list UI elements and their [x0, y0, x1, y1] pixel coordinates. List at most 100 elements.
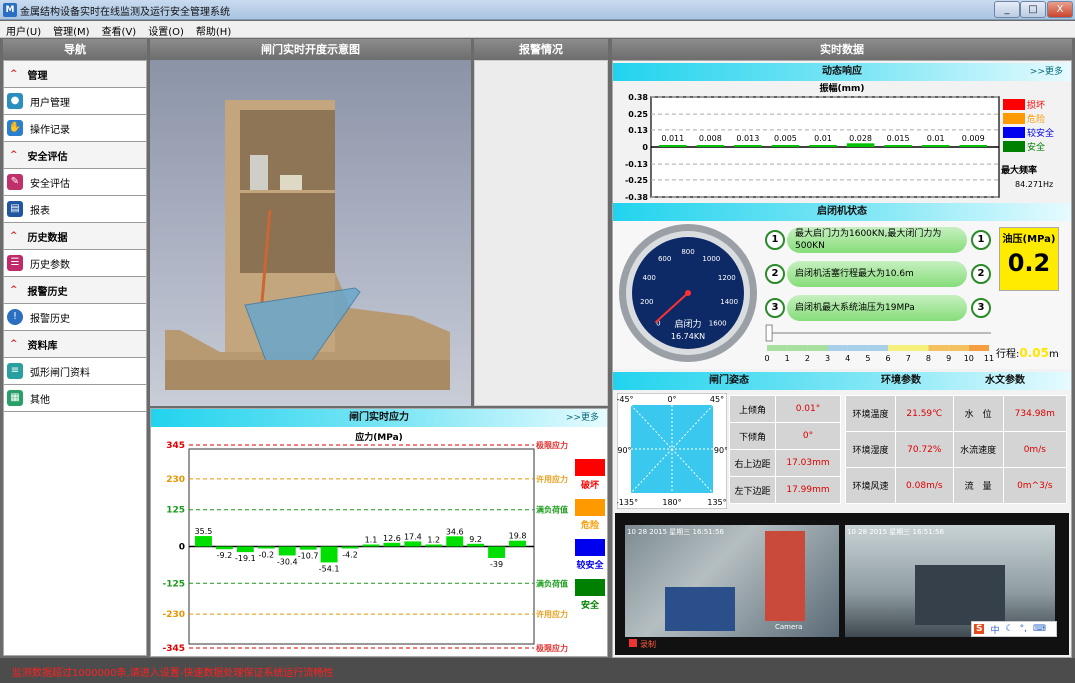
maximize-button[interactable]: □: [1020, 1, 1046, 18]
stress-line-label: 许用应力: [536, 474, 568, 484]
stress-y-tick: 230: [166, 475, 185, 485]
stroke-scale-band: [928, 345, 949, 351]
menu-help[interactable]: 帮助(H): [190, 21, 237, 38]
stroke-scale-label: 8: [926, 354, 931, 363]
sogou-icon: S: [974, 624, 985, 634]
oil-pressure-value: 0.2: [1007, 249, 1051, 277]
stroke-scale-band: [968, 345, 989, 351]
nav-item-op-record[interactable]: ✋ 操作记录: [4, 115, 146, 142]
stress-bar: [278, 546, 296, 556]
step-number-badge: 1: [765, 230, 785, 250]
menu-user[interactable]: 用户(U): [0, 21, 47, 38]
stress-y-tick: 125: [166, 506, 185, 516]
stroke-scale-label: 2: [805, 354, 810, 363]
stress-panel: 闸门实时应力 >>更多 应力(MPa) 345 230 125 0 -125 -230 -34…: [150, 408, 608, 657]
posture-param-label: 下倾角: [729, 422, 776, 450]
dynamic-more-link[interactable]: >>更多: [1030, 63, 1063, 81]
menu-view[interactable]: 查看(V): [96, 21, 143, 38]
camera-feed-1[interactable]: 10 28 2015 星期三 16:51:56 Camera: [625, 525, 839, 637]
ime-toolbar[interactable]: S 中 ☾ °, ⌨: [971, 621, 1057, 637]
record-indicator[interactable]: 录制: [629, 639, 656, 650]
nav-section-history[interactable]: ^ 历史数据: [4, 223, 146, 250]
nav-section-manage[interactable]: ^ 管理: [4, 61, 146, 88]
stroke-scale-label: 1: [785, 354, 790, 363]
stress-y-tick: -125: [162, 579, 185, 589]
gauge-tick-label: 600: [658, 255, 671, 263]
water-param-label: 流 量: [952, 467, 1004, 504]
pump-image: [665, 587, 735, 631]
gauge-hub: [685, 290, 691, 296]
nav-item-user-manage[interactable]: ● 用户管理: [4, 88, 146, 115]
minimize-button[interactable]: _: [994, 1, 1020, 18]
env-param-label: 环境风速: [845, 467, 896, 504]
nav-item-other[interactable]: ▦ 其他: [4, 385, 146, 412]
nav-section-alarm-history[interactable]: ^ 报警历史: [4, 277, 146, 304]
vib-y-tick: 0.13: [628, 126, 648, 135]
alarm-header: 报警情况: [474, 39, 608, 60]
nav-section-safety[interactable]: ^ 安全评估: [4, 142, 146, 169]
realtime-panel: 动态响应 >>更多 振幅(mm) 0.38 0.25 0.13 0 -0.13 -0.25-…: [612, 60, 1072, 658]
nav-item-gate-docs[interactable]: ≡ 弧形闸门资料: [4, 358, 146, 385]
gauge-tick-label: 1200: [718, 274, 736, 282]
stroke-scale-label: 10: [964, 354, 974, 363]
alarm-history-icon: !: [7, 309, 23, 325]
nav-section-label: 报警历史: [27, 286, 68, 298]
stress-legend-label: 较安全: [576, 559, 604, 571]
stress-more-link[interactable]: >>更多: [566, 409, 599, 427]
gate-slot-image: [915, 565, 1005, 625]
stress-bar-label: 1.2: [427, 536, 440, 545]
env-param-value: 70.72%: [895, 431, 954, 468]
vib-bar-label: 0.009: [962, 134, 985, 143]
water-header: 水文参数: [985, 375, 1025, 386]
menu-manage[interactable]: 管理(M): [47, 21, 95, 38]
nav-section-label: 历史数据: [27, 232, 68, 244]
vib-y-tick: 0: [642, 143, 648, 152]
stress-y-tick: 345: [166, 441, 185, 451]
nav-section-library[interactable]: ^ 资料库: [4, 331, 146, 358]
env-water-table: 环境温度 21.59℃ 水 位 734.98m 环境湿度 70.72% 水流速度 0m/s 环境…: [845, 395, 1068, 504]
stress-line-label: 满负荷值: [536, 578, 568, 588]
stress-bar: [215, 546, 233, 550]
app-logo-icon: M: [3, 3, 17, 17]
water-param-value: 0m^3/s: [1002, 467, 1068, 504]
stress-legend-swatch: [575, 499, 605, 516]
menu-settings[interactable]: 设置(O): [142, 21, 190, 38]
realtime-header: 实时数据: [612, 39, 1072, 60]
posture-header: 闸门姿态: [709, 375, 749, 386]
status-bar: 监测数据超过1000000条,请进入设置-快速数据处理保证系统运行流畅性: [0, 658, 1075, 683]
stroke-scale-label: 3: [825, 354, 830, 363]
nav-item-safety-eval[interactable]: ✎ 安全评估: [4, 169, 146, 196]
stroke-scale-band: [847, 345, 868, 351]
user-icon: ●: [7, 93, 23, 109]
step-number-badge: 3: [765, 298, 785, 318]
stress-bar-label: -4.2: [342, 551, 358, 560]
gate-model-illustration: [165, 100, 450, 390]
stress-line-label: 满负荷值: [536, 505, 568, 515]
caret-up-icon: ^: [10, 69, 18, 79]
stroke-scale-label: 5: [865, 354, 870, 363]
hoist-info-row: 3 启闭机最大系统油压为19MPa 3: [765, 294, 995, 322]
vib-bar: [696, 145, 725, 147]
hoist-machine-image: [765, 531, 805, 621]
gate-3d-view[interactable]: [150, 60, 471, 406]
stroke-scale-band: [787, 345, 808, 351]
stress-bar: [383, 542, 401, 547]
nav-item-report[interactable]: ▤ 报表: [4, 196, 146, 223]
stress-bar: [236, 546, 254, 553]
stress-legend-swatch: [575, 579, 605, 596]
hoist-info-row: 1 最大启门力为1600KN,最大闭门力为500KN 1: [765, 226, 995, 254]
nav-item-label: 报表: [30, 205, 50, 217]
hoist-info-text: 最大启门力为1600KN,最大闭门力为500KN: [787, 227, 967, 253]
status-message: 监测数据超过1000000条,请进入设置-快速数据处理保证系统运行流畅性: [12, 668, 334, 679]
nav-item-alarm-history[interactable]: ! 报警历史: [4, 304, 146, 331]
close-button[interactable]: X: [1047, 1, 1073, 18]
stress-header: 闸门实时应力 >>更多: [151, 409, 607, 427]
nav-item-history-params[interactable]: ☰ 历史参数: [4, 250, 146, 277]
env-header: 环境参数: [881, 375, 921, 386]
stroke-label: 行程:: [996, 349, 1020, 360]
vib-legend-label: 危险: [1027, 113, 1045, 125]
stress-line-label: 许用应力: [536, 609, 568, 619]
nav-item-label: 操作记录: [30, 124, 70, 136]
posture-param-value: 17.99mm: [775, 476, 841, 504]
nav-panel: ^ 管理 ● 用户管理 ✋ 操作记录 ^ 安全评估 ✎ 安全评估 ▤ 报表 ^ 历史数据 ☰ 历…: [3, 60, 147, 656]
